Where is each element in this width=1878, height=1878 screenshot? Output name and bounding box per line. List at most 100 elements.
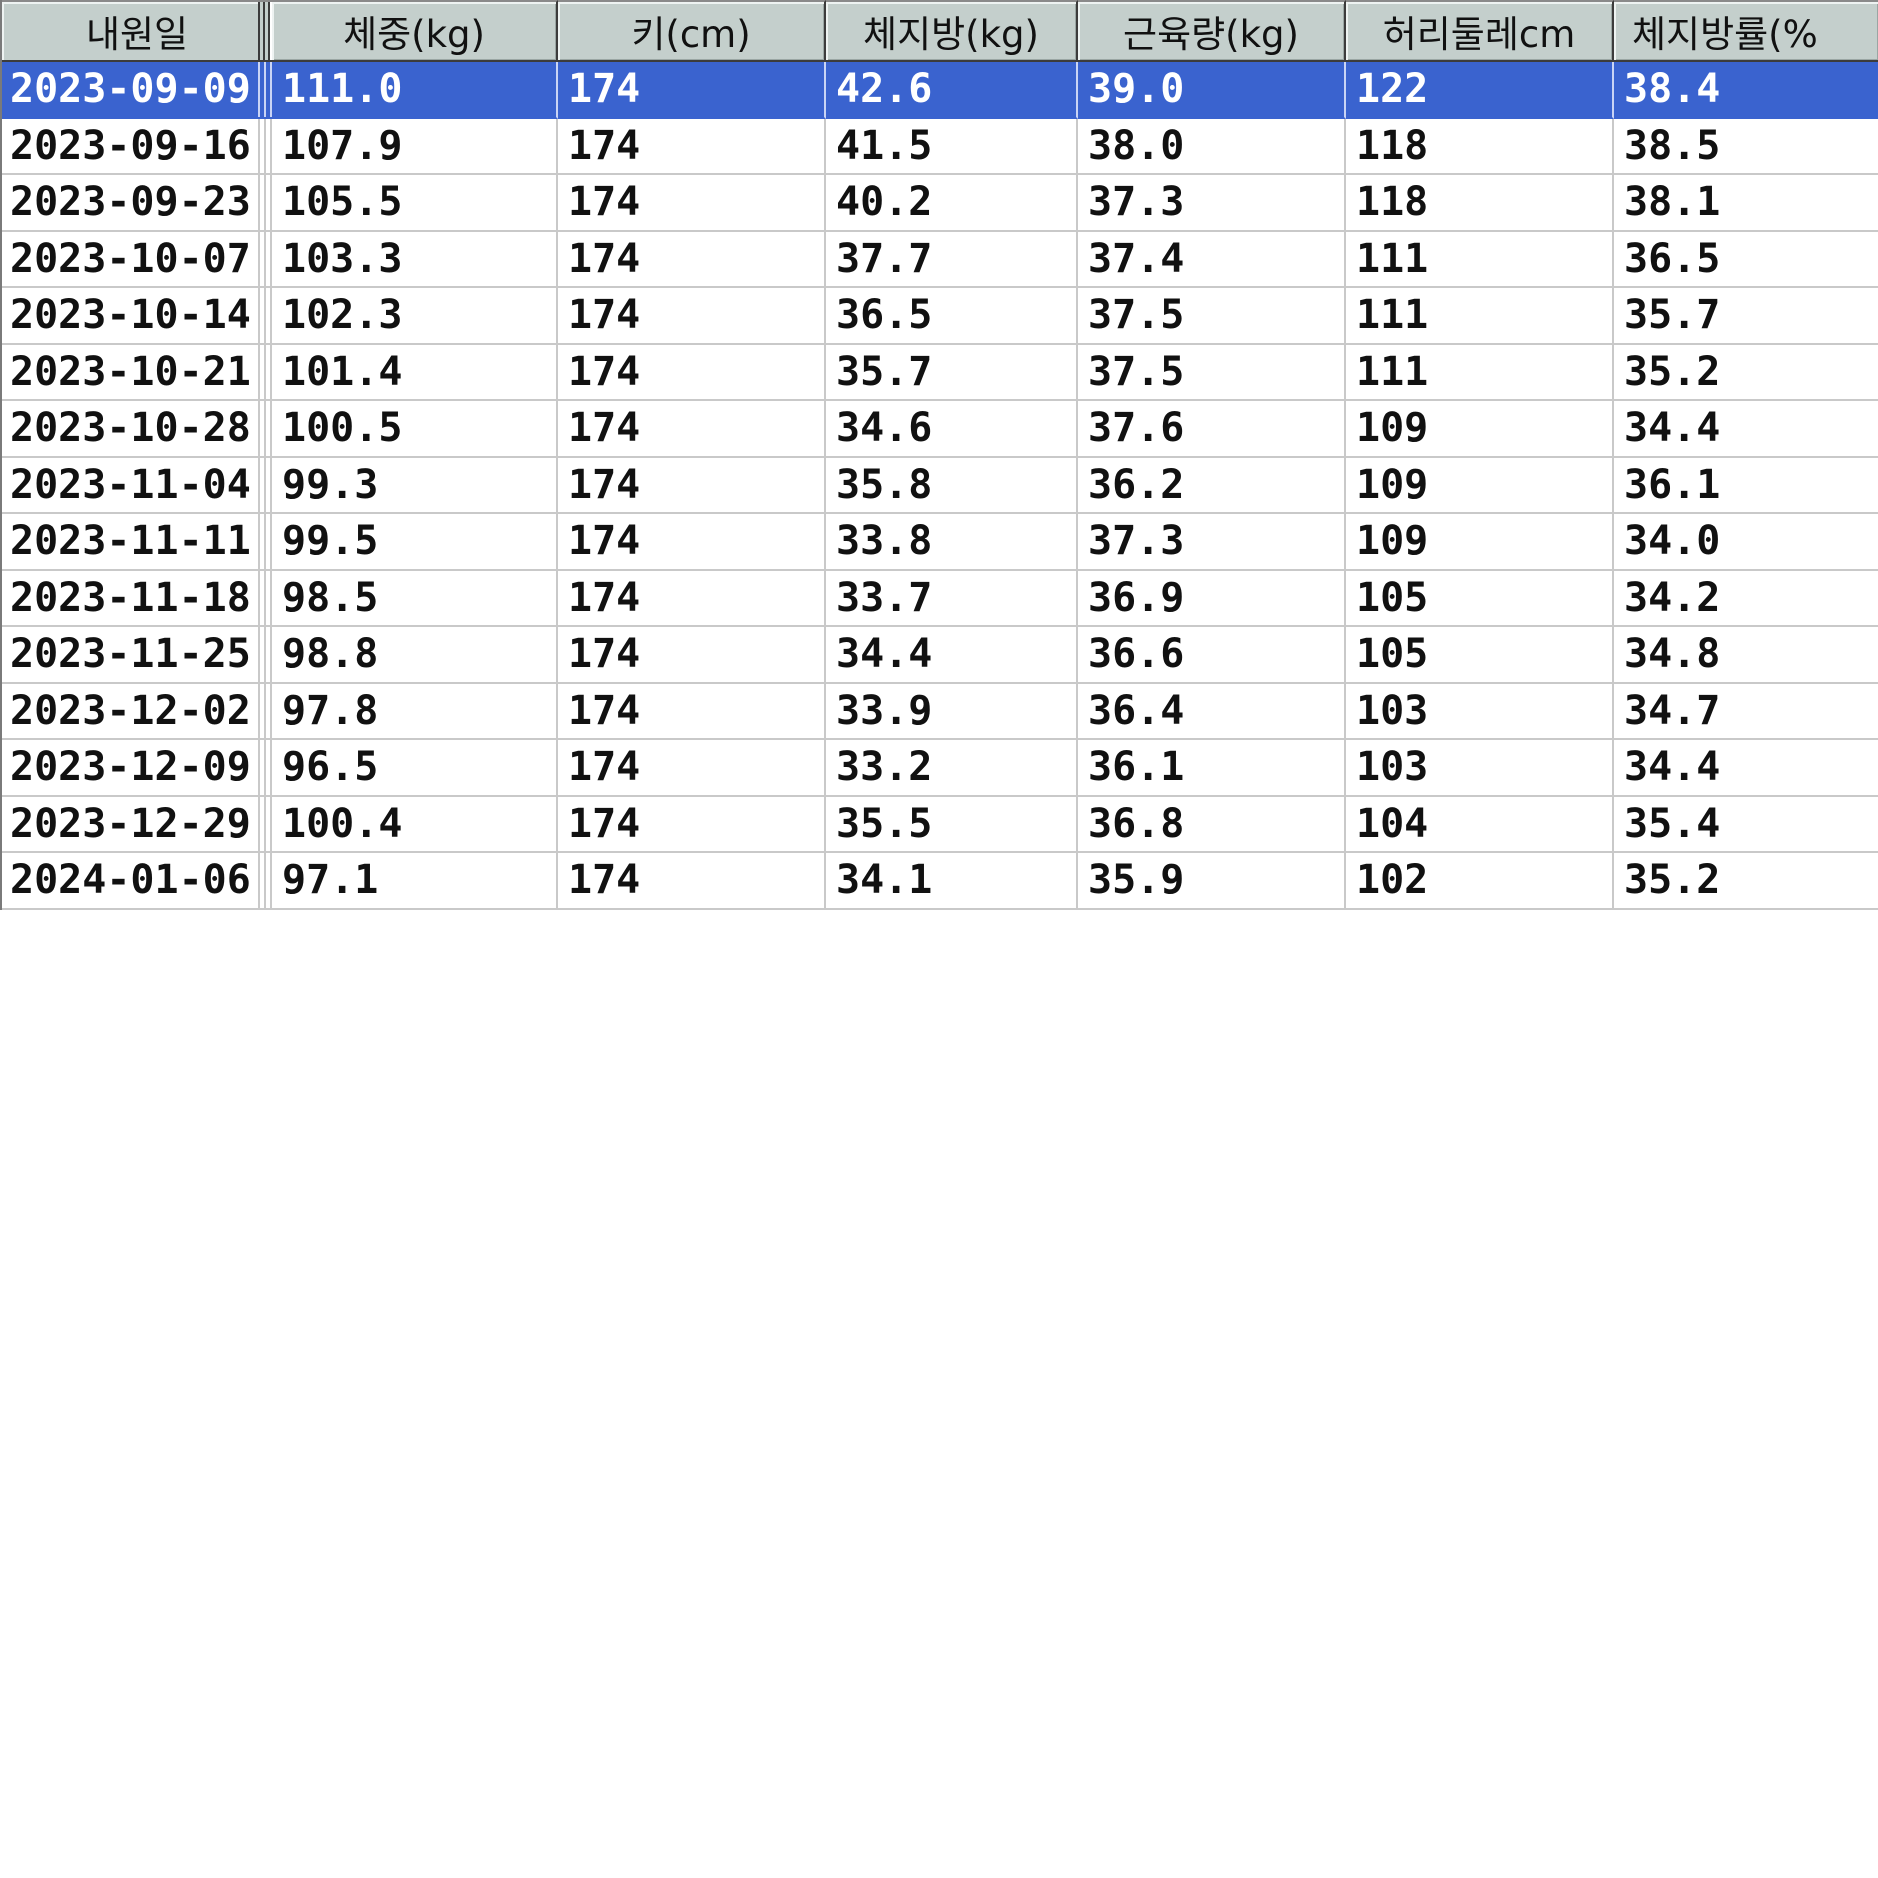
cell-height-cm[interactable]: 174 (558, 62, 826, 119)
cell-height-cm[interactable]: 174 (558, 796, 826, 853)
cell-weight-kg[interactable]: 98.8 (272, 627, 558, 684)
cell-height-cm[interactable]: 174 (558, 627, 826, 684)
cell-height-cm[interactable]: 174 (558, 740, 826, 797)
cell-visit-date[interactable]: 2023-11-25 (2, 627, 272, 684)
cell-weight-kg[interactable]: 105.5 (272, 175, 558, 232)
cell-visit-date[interactable]: 2023-12-09 (2, 740, 272, 797)
cell-body-fat-kg[interactable]: 41.5 (826, 118, 1078, 175)
cell-body-fat-kg[interactable]: 36.5 (826, 288, 1078, 345)
cell-waist-cm[interactable]: 111 (1346, 344, 1614, 401)
cell-waist-cm[interactable]: 109 (1346, 457, 1614, 514)
cell-waist-cm[interactable]: 118 (1346, 175, 1614, 232)
cell-visit-date[interactable]: 2024-01-06 (2, 853, 272, 910)
cell-waist-cm[interactable]: 105 (1346, 570, 1614, 627)
cell-body-fat-kg[interactable]: 40.2 (826, 175, 1078, 232)
cell-muscle-mass-kg[interactable]: 36.6 (1078, 627, 1346, 684)
cell-body-fat-pct[interactable]: 36.5 (1614, 232, 1878, 288)
cell-waist-cm[interactable]: 102 (1346, 853, 1614, 910)
column-header-body-fat-kg[interactable]: 체지방(kg) (826, 0, 1078, 62)
cell-body-fat-kg[interactable]: 37.7 (826, 231, 1078, 288)
cell-body-fat-kg[interactable]: 33.8 (826, 514, 1078, 571)
cell-body-fat-kg[interactable]: 34.1 (826, 853, 1078, 910)
cell-body-fat-pct[interactable]: 38.4 (1614, 62, 1878, 119)
cell-visit-date[interactable]: 2023-11-18 (2, 570, 272, 627)
cell-weight-kg[interactable]: 100.4 (272, 796, 558, 853)
column-header-muscle-mass-kg[interactable]: 근육량(kg) (1078, 0, 1346, 62)
cell-body-fat-pct[interactable]: 38.5 (1614, 119, 1878, 175)
cell-body-fat-pct[interactable]: 38.1 (1614, 175, 1878, 232)
cell-height-cm[interactable]: 174 (558, 288, 826, 345)
cell-weight-kg[interactable]: 103.3 (272, 231, 558, 288)
cell-waist-cm[interactable]: 111 (1346, 231, 1614, 288)
cell-muscle-mass-kg[interactable]: 36.9 (1078, 570, 1346, 627)
cell-height-cm[interactable]: 174 (558, 231, 826, 288)
cell-muscle-mass-kg[interactable]: 37.5 (1078, 344, 1346, 401)
cell-visit-date[interactable]: 2023-10-14 (2, 288, 272, 345)
cell-body-fat-kg[interactable]: 34.6 (826, 401, 1078, 458)
cell-muscle-mass-kg[interactable]: 37.3 (1078, 514, 1346, 571)
cell-body-fat-pct[interactable]: 34.4 (1614, 401, 1878, 458)
cell-waist-cm[interactable]: 105 (1346, 627, 1614, 684)
cell-visit-date[interactable]: 2023-09-16 (2, 118, 272, 175)
cell-weight-kg[interactable]: 107.9 (272, 118, 558, 175)
cell-weight-kg[interactable]: 100.5 (272, 401, 558, 458)
cell-muscle-mass-kg[interactable]: 37.5 (1078, 288, 1346, 345)
cell-weight-kg[interactable]: 99.5 (272, 514, 558, 571)
cell-body-fat-kg[interactable]: 35.5 (826, 796, 1078, 853)
cell-muscle-mass-kg[interactable]: 38.0 (1078, 118, 1346, 175)
cell-visit-date[interactable]: 2023-10-21 (2, 344, 272, 401)
cell-muscle-mass-kg[interactable]: 36.1 (1078, 740, 1346, 797)
cell-weight-kg[interactable]: 99.3 (272, 457, 558, 514)
cell-body-fat-pct[interactable]: 35.2 (1614, 853, 1878, 910)
cell-body-fat-pct[interactable]: 34.4 (1614, 740, 1878, 797)
cell-muscle-mass-kg[interactable]: 37.6 (1078, 401, 1346, 458)
column-header-height-cm[interactable]: 키(cm) (558, 0, 826, 62)
cell-visit-date[interactable]: 2023-10-28 (2, 401, 272, 458)
cell-height-cm[interactable]: 174 (558, 175, 826, 232)
cell-visit-date[interactable]: 2023-11-11 (2, 514, 272, 571)
column-header-waist-cm[interactable]: 허리둘레cm (1346, 0, 1614, 62)
cell-height-cm[interactable]: 174 (558, 344, 826, 401)
cell-weight-kg[interactable]: 97.1 (272, 853, 558, 910)
cell-waist-cm[interactable]: 111 (1346, 288, 1614, 345)
cell-body-fat-pct[interactable]: 35.4 (1614, 797, 1878, 853)
cell-waist-cm[interactable]: 122 (1346, 62, 1614, 119)
cell-waist-cm[interactable]: 109 (1346, 514, 1614, 571)
cell-visit-date[interactable]: 2023-11-04 (2, 457, 272, 514)
cell-body-fat-pct[interactable]: 35.7 (1614, 288, 1878, 345)
cell-body-fat-kg[interactable]: 35.7 (826, 344, 1078, 401)
cell-muscle-mass-kg[interactable]: 36.2 (1078, 457, 1346, 514)
cell-body-fat-kg[interactable]: 42.6 (826, 62, 1078, 119)
cell-height-cm[interactable]: 174 (558, 514, 826, 571)
column-header-visit-date[interactable]: 내원일 (2, 0, 272, 62)
cell-body-fat-kg[interactable]: 35.8 (826, 457, 1078, 514)
cell-waist-cm[interactable]: 103 (1346, 740, 1614, 797)
cell-height-cm[interactable]: 174 (558, 570, 826, 627)
cell-body-fat-pct[interactable]: 34.0 (1614, 514, 1878, 571)
cell-body-fat-kg[interactable]: 34.4 (826, 627, 1078, 684)
cell-body-fat-pct[interactable]: 36.1 (1614, 458, 1878, 514)
cell-body-fat-pct[interactable]: 35.2 (1614, 345, 1878, 401)
cell-waist-cm[interactable]: 118 (1346, 118, 1614, 175)
cell-waist-cm[interactable]: 109 (1346, 401, 1614, 458)
cell-height-cm[interactable]: 174 (558, 401, 826, 458)
cell-waist-cm[interactable]: 103 (1346, 683, 1614, 740)
cell-body-fat-kg[interactable]: 33.9 (826, 683, 1078, 740)
cell-height-cm[interactable]: 174 (558, 118, 826, 175)
cell-body-fat-pct[interactable]: 34.7 (1614, 684, 1878, 740)
column-header-weight-kg[interactable]: 체중(kg) (272, 0, 558, 62)
cell-visit-date[interactable]: 2023-09-23 (2, 175, 272, 232)
cell-muscle-mass-kg[interactable]: 36.8 (1078, 796, 1346, 853)
cell-body-fat-pct[interactable]: 34.8 (1614, 627, 1878, 684)
cell-muscle-mass-kg[interactable]: 36.4 (1078, 683, 1346, 740)
cell-visit-date[interactable]: 2023-10-07 (2, 231, 272, 288)
cell-height-cm[interactable]: 174 (558, 853, 826, 910)
cell-body-fat-kg[interactable]: 33.7 (826, 570, 1078, 627)
cell-weight-kg[interactable]: 102.3 (272, 288, 558, 345)
cell-weight-kg[interactable]: 111.0 (272, 62, 558, 119)
cell-waist-cm[interactable]: 104 (1346, 796, 1614, 853)
cell-muscle-mass-kg[interactable]: 35.9 (1078, 853, 1346, 910)
cell-weight-kg[interactable]: 98.5 (272, 570, 558, 627)
cell-muscle-mass-kg[interactable]: 39.0 (1078, 62, 1346, 119)
cell-visit-date[interactable]: 2023-12-02 (2, 683, 272, 740)
